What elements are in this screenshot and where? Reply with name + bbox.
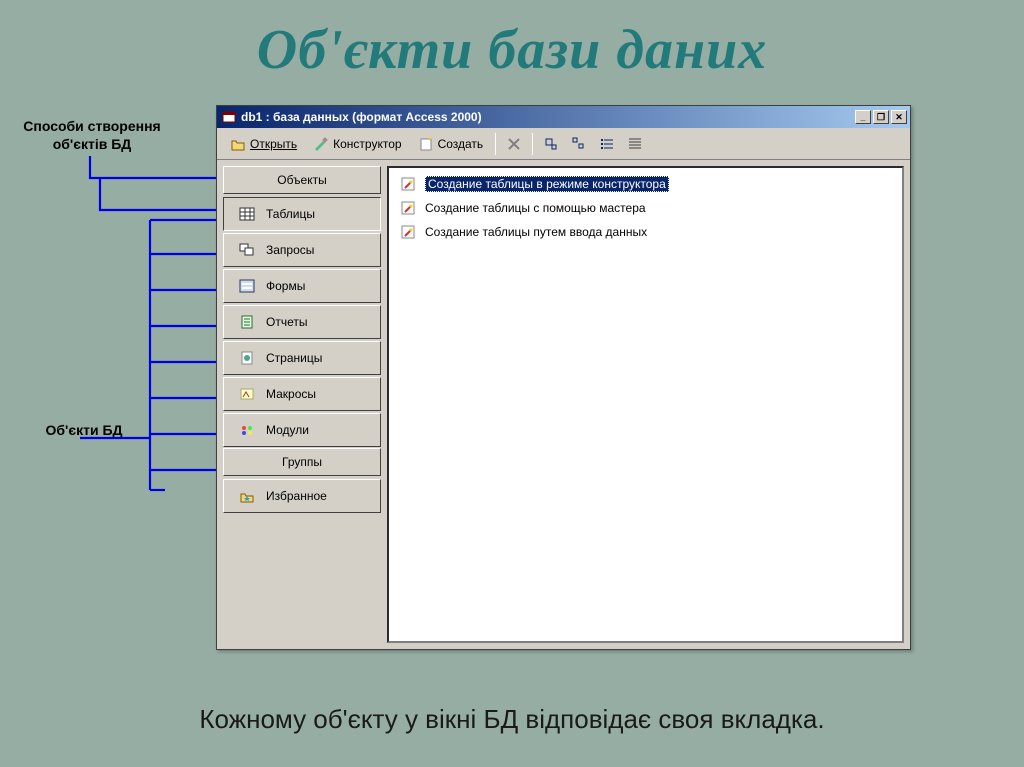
sidebar-item-label: Страницы — [266, 351, 322, 365]
design-label: Конструктор — [333, 137, 401, 151]
large-icons-icon — [543, 136, 559, 152]
content-item-label: Создание таблицы с помощью мастера — [425, 201, 646, 215]
close-button[interactable]: ✕ — [891, 110, 907, 124]
sidebar-item-label: Отчеты — [266, 315, 307, 329]
sidebar-item-label: Избранное — [266, 489, 327, 503]
create-table-design-view[interactable]: Создание таблицы в режиме конструктора — [395, 172, 896, 196]
toolbar: Открыть Конструктор Создать — [217, 128, 910, 160]
sidebar-item-forms[interactable]: Формы — [223, 269, 381, 303]
toolbar-separator — [495, 133, 496, 155]
window-title: db1 : база данных (формат Access 2000) — [241, 110, 855, 124]
sidebar-item-label: Таблицы — [266, 207, 315, 221]
list-icon — [599, 136, 615, 152]
sidebar-item-tables[interactable]: Таблицы — [223, 197, 381, 231]
titlebar[interactable]: db1 : база данных (формат Access 2000) _… — [217, 106, 910, 128]
wizard-icon — [399, 175, 417, 193]
delete-icon — [506, 136, 522, 152]
list-view-button[interactable] — [594, 132, 620, 156]
delete-button[interactable] — [501, 132, 527, 156]
sidebar-item-label: Макросы — [266, 387, 316, 401]
page-icon — [238, 349, 256, 367]
open-icon — [230, 136, 246, 152]
favorites-icon — [238, 487, 256, 505]
sidebar-item-label: Запросы — [266, 243, 314, 257]
open-label: Открыть — [250, 137, 297, 151]
table-icon — [238, 205, 256, 223]
sidebar-item-label: Модули — [266, 423, 309, 437]
objects-header: Объекты — [223, 166, 381, 194]
sidebar-item-label: Формы — [266, 279, 305, 293]
design-icon — [313, 136, 329, 152]
toolbar-separator — [532, 133, 533, 155]
app-icon — [221, 109, 237, 125]
maximize-button[interactable]: ❐ — [873, 110, 889, 124]
open-button[interactable]: Открыть — [223, 132, 304, 156]
create-table-entering-data[interactable]: Создание таблицы путем ввода данных — [395, 220, 896, 244]
macro-icon — [238, 385, 256, 403]
create-table-wizard[interactable]: Создание таблицы с помощью мастера — [395, 196, 896, 220]
sidebar-item-macros[interactable]: Макросы — [223, 377, 381, 411]
large-icons-button[interactable] — [538, 132, 564, 156]
sidebar-item-queries[interactable]: Запросы — [223, 233, 381, 267]
create-icon — [418, 136, 434, 152]
wizard-icon — [399, 199, 417, 217]
small-icons-button[interactable] — [566, 132, 592, 156]
report-icon — [238, 313, 256, 331]
slide-footer: Кожному об'єкту у вікні БД відповідає св… — [0, 704, 1024, 735]
form-icon — [238, 277, 256, 295]
content-item-label: Создание таблицы в режиме конструктора — [425, 176, 669, 192]
module-icon — [238, 421, 256, 439]
groups-header: Группы — [223, 448, 381, 476]
create-button[interactable]: Создать — [411, 132, 491, 156]
callout-creation-methods: Способи створення об'єктів БД — [12, 118, 172, 153]
minimize-button[interactable]: _ — [855, 110, 871, 124]
sidebar-item-pages[interactable]: Страницы — [223, 341, 381, 375]
sidebar-item-favorites[interactable]: Избранное — [223, 479, 381, 513]
wizard-icon — [399, 223, 417, 241]
sidebar: Объекты Таблицы Запросы Формы Отчеты Стр… — [223, 166, 381, 643]
content-item-label: Создание таблицы путем ввода данных — [425, 225, 647, 239]
details-view-button[interactable] — [622, 132, 648, 156]
details-icon — [627, 136, 643, 152]
access-db-window: db1 : база данных (формат Access 2000) _… — [216, 105, 911, 650]
slide-title: Об'єкти бази даних — [0, 0, 1024, 88]
callout-db-objects: Об'єкти БД — [24, 422, 144, 440]
sidebar-item-reports[interactable]: Отчеты — [223, 305, 381, 339]
small-icons-icon — [571, 136, 587, 152]
query-icon — [238, 241, 256, 259]
content-pane: Создание таблицы в режиме конструктора С… — [387, 166, 904, 643]
sidebar-item-modules[interactable]: Модули — [223, 413, 381, 447]
design-button[interactable]: Конструктор — [306, 132, 408, 156]
create-label: Создать — [438, 137, 484, 151]
